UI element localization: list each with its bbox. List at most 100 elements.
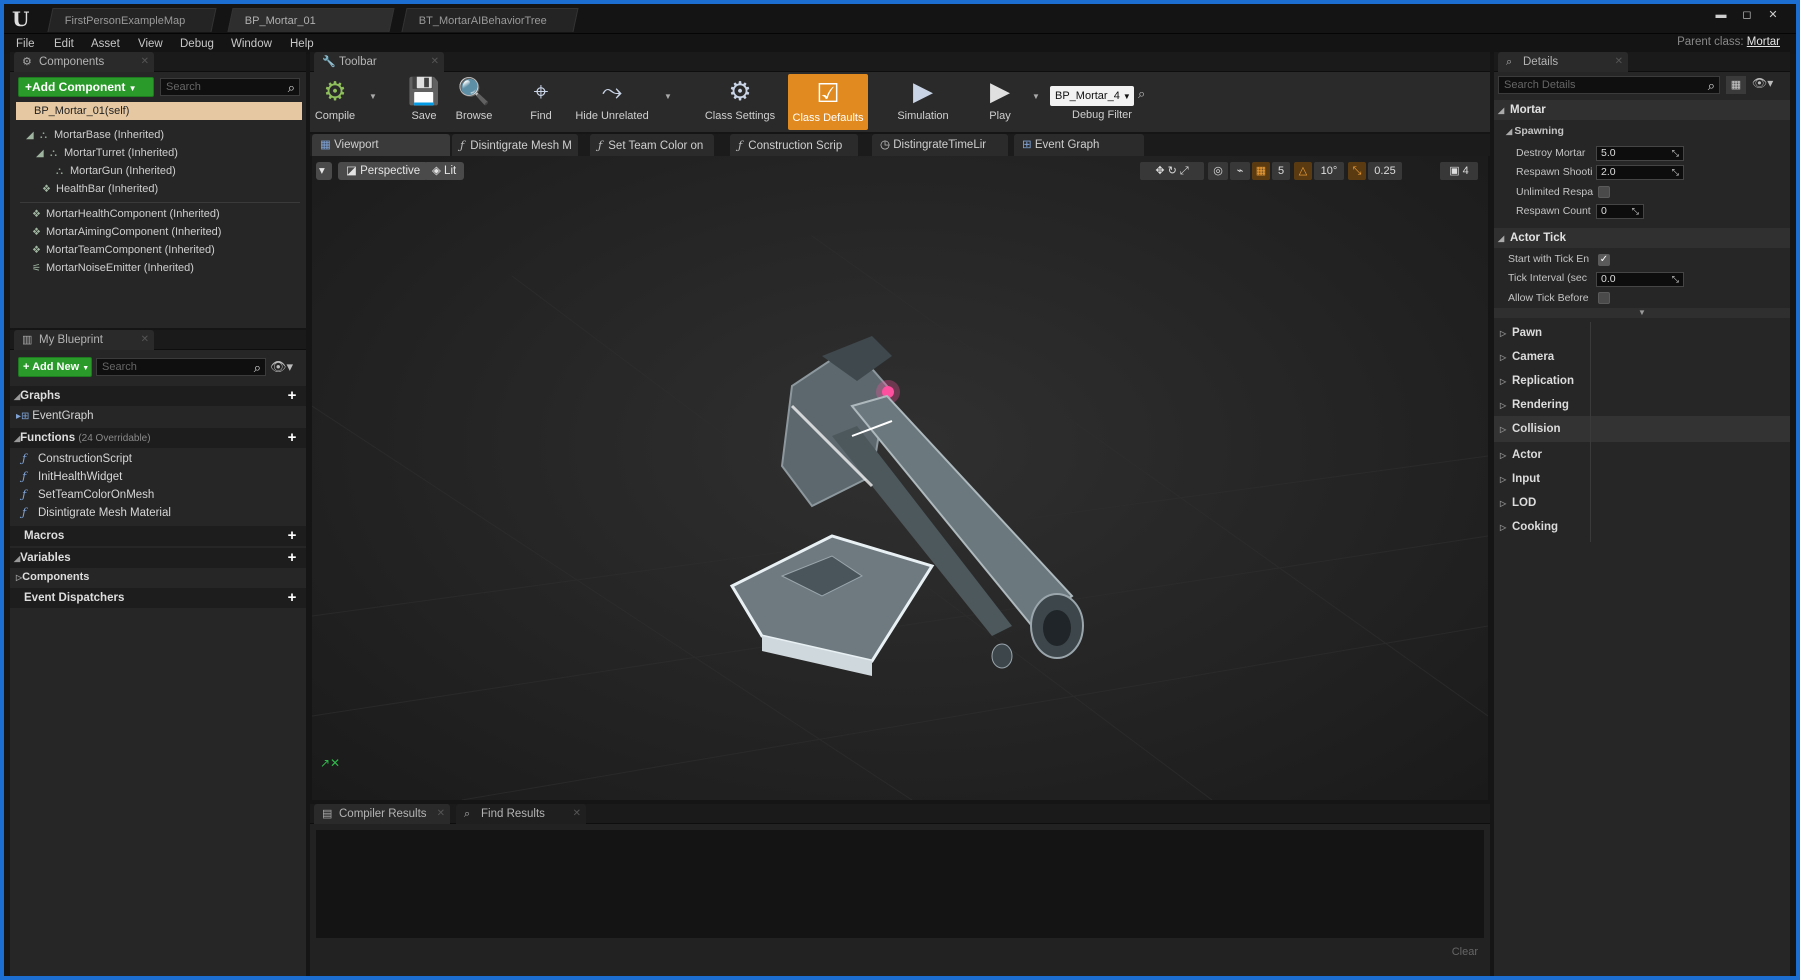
component-self-row[interactable]: BP_Mortar_01(self) <box>16 102 302 120</box>
category-input[interactable]: ▷ Input <box>1500 468 1540 490</box>
lit-button[interactable]: ◈ Lit <box>424 162 465 180</box>
menu-help[interactable]: Help <box>290 36 314 52</box>
add-function-button[interactable]: + <box>286 430 298 445</box>
close-tab-icon[interactable]: ✕ <box>437 804 445 824</box>
components-tab[interactable]: ⚙ Components ✕ <box>14 52 154 72</box>
grid-snap-icon[interactable]: ▦ <box>1252 162 1270 180</box>
unreal-logo-icon[interactable]: U <box>12 7 36 31</box>
scale-snap-value[interactable]: 0.25 <box>1368 162 1402 180</box>
respawn-count-input[interactable]: 0 ⤡ <box>1596 204 1644 219</box>
tab-event-graph[interactable]: ⊞ Event Graph <box>1014 134 1144 156</box>
component-row[interactable]: ⚟ MortarNoiseEmitter (Inherited) <box>32 260 194 276</box>
component-row[interactable]: ❖ HealthBar (Inherited) <box>42 181 158 197</box>
minimize-button[interactable]: ▬ <box>1710 8 1732 22</box>
compile-button[interactable]: ⚙ Compile <box>310 72 360 132</box>
function-item[interactable]: ƒ SetTeamColorOnMesh <box>22 486 154 503</box>
function-item[interactable]: ƒ ConstructionScript <box>22 450 132 467</box>
close-tab-icon[interactable]: ✕ <box>573 804 581 824</box>
category-replication[interactable]: ▷ Replication <box>1500 370 1574 392</box>
details-tab[interactable]: ⌕ Details ✕ <box>1498 52 1628 72</box>
debug-object-dropdown[interactable]: BP_Mortar_4 ▼ <box>1050 86 1134 106</box>
add-component-button[interactable]: +Add Component ▼ <box>18 77 154 97</box>
category-rendering[interactable]: ▷ Rendering <box>1500 394 1569 416</box>
category-pawn[interactable]: ▷ Pawn <box>1500 322 1542 344</box>
play-button[interactable]: ▶ Play <box>970 72 1030 132</box>
component-row[interactable]: ◢ ⛬ MortarTurret (Inherited) <box>36 145 178 161</box>
menu-view[interactable]: View <box>138 36 163 52</box>
close-tab-icon[interactable]: ✕ <box>141 52 149 72</box>
menu-file[interactable]: File <box>16 36 35 52</box>
camera-speed[interactable]: ▣ 4 <box>1440 162 1478 180</box>
rotation-snap-value[interactable]: 10° <box>1314 162 1344 180</box>
tab-viewport[interactable]: ▦ Viewport <box>312 134 450 156</box>
world-local-toggle-icon[interactable]: ◎ <box>1208 162 1228 180</box>
simulation-button[interactable]: ▶ Simulation <box>888 72 958 132</box>
view-options-eye-icon[interactable]: 👁▾ <box>1752 76 1773 90</box>
component-row[interactable]: ⛬ MortarGun (Inherited) <box>56 163 176 179</box>
browse-button[interactable]: 🔍 Browse <box>450 72 498 132</box>
parent-class-link[interactable]: Mortar <box>1747 36 1780 48</box>
variables-section[interactable]: ◢Variables <box>14 549 71 567</box>
function-item[interactable]: ƒ Disintigrate Mesh Material <box>22 504 171 521</box>
play-options-dropdown-icon[interactable]: ▼ <box>1032 92 1040 101</box>
doc-tab-behavior-tree[interactable]: BT_MortarAIBehaviorTree <box>401 8 579 32</box>
components-variables-group[interactable]: ▷Components <box>16 568 89 586</box>
toolbar-tab[interactable]: 🔧 Toolbar ✕ <box>314 52 444 72</box>
spawning-subcategory[interactable]: ◢ Spawning <box>1506 122 1564 141</box>
component-row[interactable]: ❖ MortarHealthComponent (Inherited) <box>32 206 220 222</box>
compile-options-dropdown-icon[interactable]: ▼ <box>369 92 377 101</box>
tab-find-results[interactable]: ⌕ Find Results ✕ <box>456 804 586 824</box>
event-dispatchers-section[interactable]: Event Dispatchers <box>24 589 124 607</box>
details-search-input[interactable]: Search Details ⌕ <box>1498 76 1720 94</box>
close-tab-icon[interactable]: ✕ <box>141 330 149 350</box>
grid-snap-value[interactable]: 5 <box>1272 162 1290 180</box>
graphs-section[interactable]: ◢Graphs <box>14 387 60 405</box>
viewport[interactable]: ▾ ◪ Perspective ◈ Lit ✥ ↻ ⤢ ◎ ⌁ ▦ 5 △ 10… <box>312 156 1488 800</box>
component-row[interactable]: ◢ ⛬ MortarBase (Inherited) <box>26 127 164 143</box>
close-tab-icon[interactable]: ✕ <box>431 52 439 72</box>
macros-section[interactable]: Macros <box>24 527 64 545</box>
add-event-dispatcher-button[interactable]: + <box>286 590 298 605</box>
transform-tools[interactable]: ✥ ↻ ⤢ <box>1140 162 1204 180</box>
doc-tab-blueprint[interactable]: BP_Mortar_01 <box>227 8 395 32</box>
category-collision[interactable]: ▷ Collision <box>1500 418 1561 440</box>
menu-asset[interactable]: Asset <box>91 36 120 52</box>
mortar-category[interactable]: ◢ Mortar <box>1494 100 1790 120</box>
tab-timeline[interactable]: ◷ DistingrateTimeLir <box>872 134 1008 156</box>
event-graph-item[interactable]: ▸⊞ EventGraph <box>16 408 94 425</box>
unlimited-respawn-checkbox[interactable] <box>1598 186 1610 198</box>
close-window-button[interactable]: ✕ <box>1762 8 1784 22</box>
add-macro-button[interactable]: + <box>286 528 298 543</box>
category-camera[interactable]: ▷ Camera <box>1500 346 1554 368</box>
menu-edit[interactable]: Edit <box>54 36 74 52</box>
components-search-input[interactable]: Search ⌕ <box>160 78 300 96</box>
category-actor[interactable]: ▷ Actor <box>1500 444 1542 466</box>
category-lod[interactable]: ▷ LOD <box>1500 492 1536 514</box>
tab-compiler-results[interactable]: ▤ Compiler Results ✕ <box>314 804 450 824</box>
menu-window[interactable]: Window <box>231 36 272 52</box>
debug-search-icon[interactable]: ⌕ <box>1138 86 1145 102</box>
property-matrix-icon[interactable]: ▦ <box>1726 76 1746 94</box>
destroy-mortar-input[interactable]: 5.0 ⤡ <box>1596 146 1684 161</box>
save-button[interactable]: 💾 Save <box>400 72 448 132</box>
tab-set-team-color[interactable]: ƒ Set Team Color on <box>590 134 714 156</box>
clear-button[interactable]: Clear <box>1452 946 1478 958</box>
allow-tick-before-checkbox[interactable] <box>1598 292 1610 304</box>
add-graph-button[interactable]: + <box>286 388 298 403</box>
actor-tick-category[interactable]: ◢ Actor Tick <box>1494 228 1790 248</box>
add-variable-button[interactable]: + <box>286 550 298 565</box>
class-defaults-button[interactable]: ☑ Class Defaults <box>788 74 868 130</box>
rotation-snap-icon[interactable]: △ <box>1294 162 1312 180</box>
hide-unrelated-button[interactable]: ⤳ Hide Unrelated <box>570 72 654 132</box>
advanced-expand-icon[interactable]: ▼ <box>1494 308 1790 318</box>
tab-construction-script[interactable]: ƒ Construction Scrip <box>730 134 858 156</box>
component-row[interactable]: ❖ MortarAimingComponent (Inherited) <box>32 224 221 240</box>
category-cooking[interactable]: ▷ Cooking <box>1500 516 1558 538</box>
viewport-options-dropdown[interactable]: ▾ <box>316 162 332 180</box>
my-blueprint-tab[interactable]: ▥ My Blueprint ✕ <box>14 330 154 350</box>
start-with-tick-checkbox[interactable]: ✓ <box>1598 254 1610 266</box>
menu-debug[interactable]: Debug <box>180 36 214 52</box>
functions-section[interactable]: ◢Functions (24 Overridable) <box>14 429 151 447</box>
tick-interval-input[interactable]: 0.0 ⤡ <box>1596 272 1684 287</box>
tab-disintegrate-mesh[interactable]: ƒ Disintigrate Mesh M <box>452 134 578 156</box>
